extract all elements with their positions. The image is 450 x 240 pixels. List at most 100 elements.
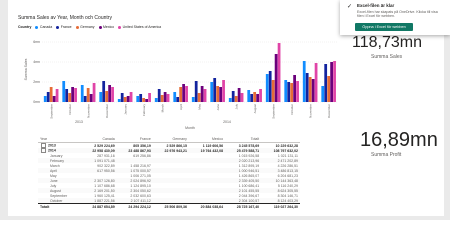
cell-value: March [50, 163, 60, 168]
table-body: 2013 2 529 224,69 805 356,19 2 529 866,15 1 … [38, 143, 300, 209]
column-header[interactable]: Totalt [225, 135, 262, 143]
column-header[interactable]: Year [38, 135, 81, 143]
bar [271, 80, 275, 102]
x-tick-label: January [123, 104, 127, 115]
cell-value: Totalt [40, 204, 50, 209]
matrix-table[interactable]: Year Canada France Germany Mexico Totalt 2013… [38, 135, 300, 217]
cell-value: 25 479 588,71 [236, 148, 260, 153]
bar [250, 94, 254, 102]
table-cell: 119 027 264,30 [261, 203, 300, 209]
bar [296, 81, 299, 102]
bar [126, 96, 130, 102]
notification-message: Excel-filen har skapats på OneDrive. Kli… [357, 10, 438, 19]
x-tick-label: October [290, 104, 294, 115]
bar [284, 80, 288, 102]
cell-value: 22 958 430,09 [92, 148, 115, 153]
cell-value: 1 426 865,07 [238, 173, 260, 178]
year-axis-label: 2014 [223, 120, 231, 124]
bar [179, 87, 183, 102]
bar [194, 81, 198, 102]
cell-value: September [50, 193, 68, 198]
bar [108, 85, 111, 102]
export-notification: ✓ Excel-filen är klar Excel-filen har sk… [340, 0, 450, 35]
bar [256, 94, 259, 102]
cell-value: January [50, 153, 63, 158]
cell-value: 2 471 202,89 [277, 158, 298, 163]
table-row: Totalt 24 887 654,89 24 294 224,12 25 506 8… [38, 203, 300, 209]
bar [111, 87, 114, 102]
bar [237, 88, 241, 102]
chart-canvas: 6mn 4mn 2mn 0mn Summa Sales September October N… [24, 40, 338, 130]
bar [305, 73, 309, 102]
legend-item[interactable]: United States of America [118, 25, 161, 29]
x-tick-label: October [68, 104, 72, 115]
cell-value: 108 797 632,02 [273, 148, 298, 153]
table-cell: 24 294 224,12 [116, 203, 153, 209]
cell-value: 4 226 286,51 [277, 163, 298, 168]
bar [157, 89, 161, 102]
x-tick-label: February [142, 104, 146, 117]
open-in-excel-button[interactable]: Öppna i Excel för webben [355, 23, 413, 31]
cell-value: 1 960 125,41 [94, 193, 115, 198]
bar [148, 93, 151, 102]
column-header[interactable]: Canada [80, 135, 117, 143]
cell-value: 1 000 946,51 [238, 168, 260, 173]
column-header[interactable]: Mexico [188, 135, 226, 143]
legend-item[interactable]: Germany [75, 25, 95, 29]
bar [89, 94, 93, 102]
cell-value: 2 529 866,15 [166, 143, 187, 148]
cell-value: 1 015 926,58 [238, 153, 260, 158]
cell-value: 2 529 224,69 [94, 143, 115, 148]
cell-value: July [50, 183, 57, 188]
clustered-column-chart[interactable]: 6mn 4mn 2mn 0mn Summa Sales September October N… [12, 12, 342, 132]
bar [308, 77, 312, 102]
bar [123, 97, 127, 102]
bar [222, 80, 225, 102]
legend-dot-icon [35, 25, 39, 29]
bar [145, 99, 148, 102]
legend-item[interactable]: Mexico [98, 25, 115, 29]
bar [216, 86, 220, 102]
legend-item-label: Mexico [103, 25, 115, 29]
legend-item[interactable]: France [56, 25, 72, 29]
cell-value: 2 304 100,57 [238, 198, 260, 203]
chart-title: Summa Sales av Year, Month och Country [18, 15, 112, 21]
cell-value: August [50, 188, 61, 193]
expand-collapse-icon[interactable] [41, 148, 46, 153]
cell-value: 6 204 681,23 [277, 173, 298, 178]
x-tick-label: July [234, 104, 238, 110]
chart-legend: Country Canada France Germany Mexico United … [18, 25, 161, 29]
year-axis-label: 2013 [75, 120, 83, 124]
bar [173, 92, 177, 102]
y-tick-label: 4mn [33, 60, 40, 64]
cell-value: 805 356,19 [133, 143, 151, 148]
legend-item[interactable]: Canada [35, 25, 52, 29]
legend-item-label: France [60, 25, 72, 29]
kpi-sales-value: 118,73mn [352, 34, 422, 51]
table-cell: 24 887 654,89 [80, 203, 117, 209]
bar [287, 82, 291, 102]
x-tick-label: March [160, 104, 164, 113]
bar [197, 93, 201, 102]
cell-value: 2 020 213,96 [238, 158, 260, 163]
cell-value: 1 107 686,68 [94, 183, 115, 188]
check-icon: ✓ [347, 4, 353, 10]
cell-value: 8 124 403,29 [277, 198, 298, 203]
x-tick-label: June [216, 104, 220, 111]
bar [293, 75, 296, 102]
bar [154, 98, 158, 102]
bar [43, 96, 47, 102]
cell-value: 20 884 038,64 [200, 204, 224, 209]
bar [86, 88, 90, 102]
column-header[interactable]: France [116, 135, 153, 143]
bar [99, 92, 103, 102]
bar [92, 83, 96, 102]
cell-value: 24 887 654,89 [92, 204, 115, 209]
bar [302, 61, 306, 102]
cell-value: 1 006 271,05 [130, 173, 151, 178]
table-cell: 20 884 038,64 [188, 203, 226, 209]
legend-item-label: United States of America [122, 25, 162, 29]
bar [52, 96, 56, 102]
column-header[interactable]: Germany [152, 135, 189, 143]
cell-value: 902 322,89 [97, 163, 115, 168]
